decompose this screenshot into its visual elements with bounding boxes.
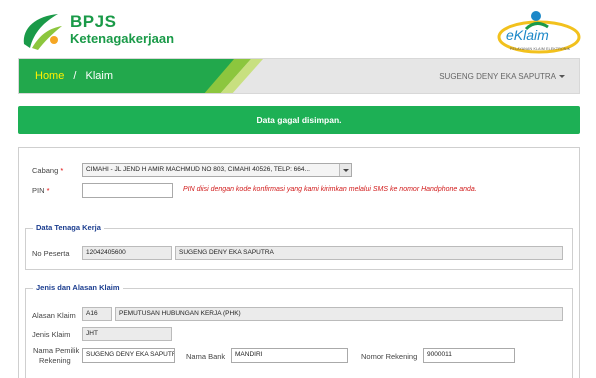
no-peserta-label: No Peserta: [32, 249, 70, 258]
eklaim-tagline: PELAYANAN KLAIM ELEKTRONIK: [510, 47, 571, 51]
tenaga-kerja-legend: Data Tenaga Kerja: [33, 223, 104, 232]
nama-peserta-field: SUGENG DENY EKA SAPUTRA: [175, 246, 563, 260]
cabang-label: Cabang *: [32, 166, 64, 175]
breadcrumb-current: Klaim: [85, 70, 114, 82]
alasan-klaim-field: PEMUTUSAN HUBUNGAN KERJA (PHK): [115, 307, 563, 321]
pin-help-text: PIN diisi dengan kode konfirmasi yang ka…: [183, 186, 477, 193]
breadcrumb: Home / Klaim: [35, 70, 113, 82]
user-name: SUGENG DENY EKA SAPUTRA: [439, 72, 556, 81]
alasan-klaim-code-field: A16: [82, 307, 112, 321]
claim-form-panel: Cabang * CIMAHI - JL JEND H AMIR MACHMUD…: [18, 147, 580, 378]
jenis-klaim-field: JHT: [82, 327, 172, 341]
cabang-select[interactable]: CIMAHI - JL JEND H AMIR MACHMUD NO 803, …: [82, 163, 352, 177]
required-mark: *: [46, 186, 50, 195]
nama-pemilik-input[interactable]: SUGENG DENY EKA SAPUTR: [82, 348, 175, 363]
cabang-select-value: CIMAHI - JL JEND H AMIR MACHMUD NO 803, …: [86, 166, 310, 173]
pin-label: PIN *: [32, 186, 50, 195]
breadcrumb-separator: /: [73, 70, 77, 82]
nomor-rekening-label: Nomor Rekening: [361, 352, 418, 361]
eklaim-logo: eKlaim PELAYANAN KLAIM ELEKTRONIK: [496, 9, 582, 55]
page-header: BPJS Ketenagakerjaan eKlaim PELAYANAN KL…: [0, 0, 596, 58]
alasan-klaim-label: Alasan Klaim: [32, 311, 76, 320]
user-menu[interactable]: SUGENG DENY EKA SAPUTRA: [439, 72, 565, 81]
nomor-rekening-input[interactable]: 9000011: [423, 348, 515, 363]
klaim-legend: Jenis dan Alasan Klaim: [33, 283, 123, 292]
dropdown-arrow-icon: [339, 164, 351, 176]
pin-input[interactable]: [82, 183, 173, 198]
bpjs-leaf-icon: [23, 14, 62, 50]
nama-bank-label: Nama Bank: [186, 352, 226, 361]
nama-pemilik-label: Nama Pemilik Rekening: [33, 346, 80, 365]
brand-name: BPJS: [70, 12, 117, 31]
caret-down-icon: [559, 75, 565, 79]
nav-bar: Home / Klaim SUGENG DENY EKA SAPUTRA: [18, 58, 580, 94]
breadcrumb-home-link[interactable]: Home: [35, 70, 64, 82]
eklaim-wordmark: eKlaim: [506, 27, 549, 43]
nama-bank-input[interactable]: MANDIRI: [231, 348, 348, 363]
brand-subname: Ketenagakerjaan: [70, 31, 175, 46]
no-peserta-field: 12042405600: [82, 246, 172, 260]
error-alert: Data gagal disimpan.: [18, 106, 580, 134]
bpjs-logo[interactable]: BPJS Ketenagakerjaan: [18, 10, 208, 52]
required-mark: *: [60, 166, 64, 175]
jenis-klaim-label: Jenis Klaim: [32, 330, 71, 339]
